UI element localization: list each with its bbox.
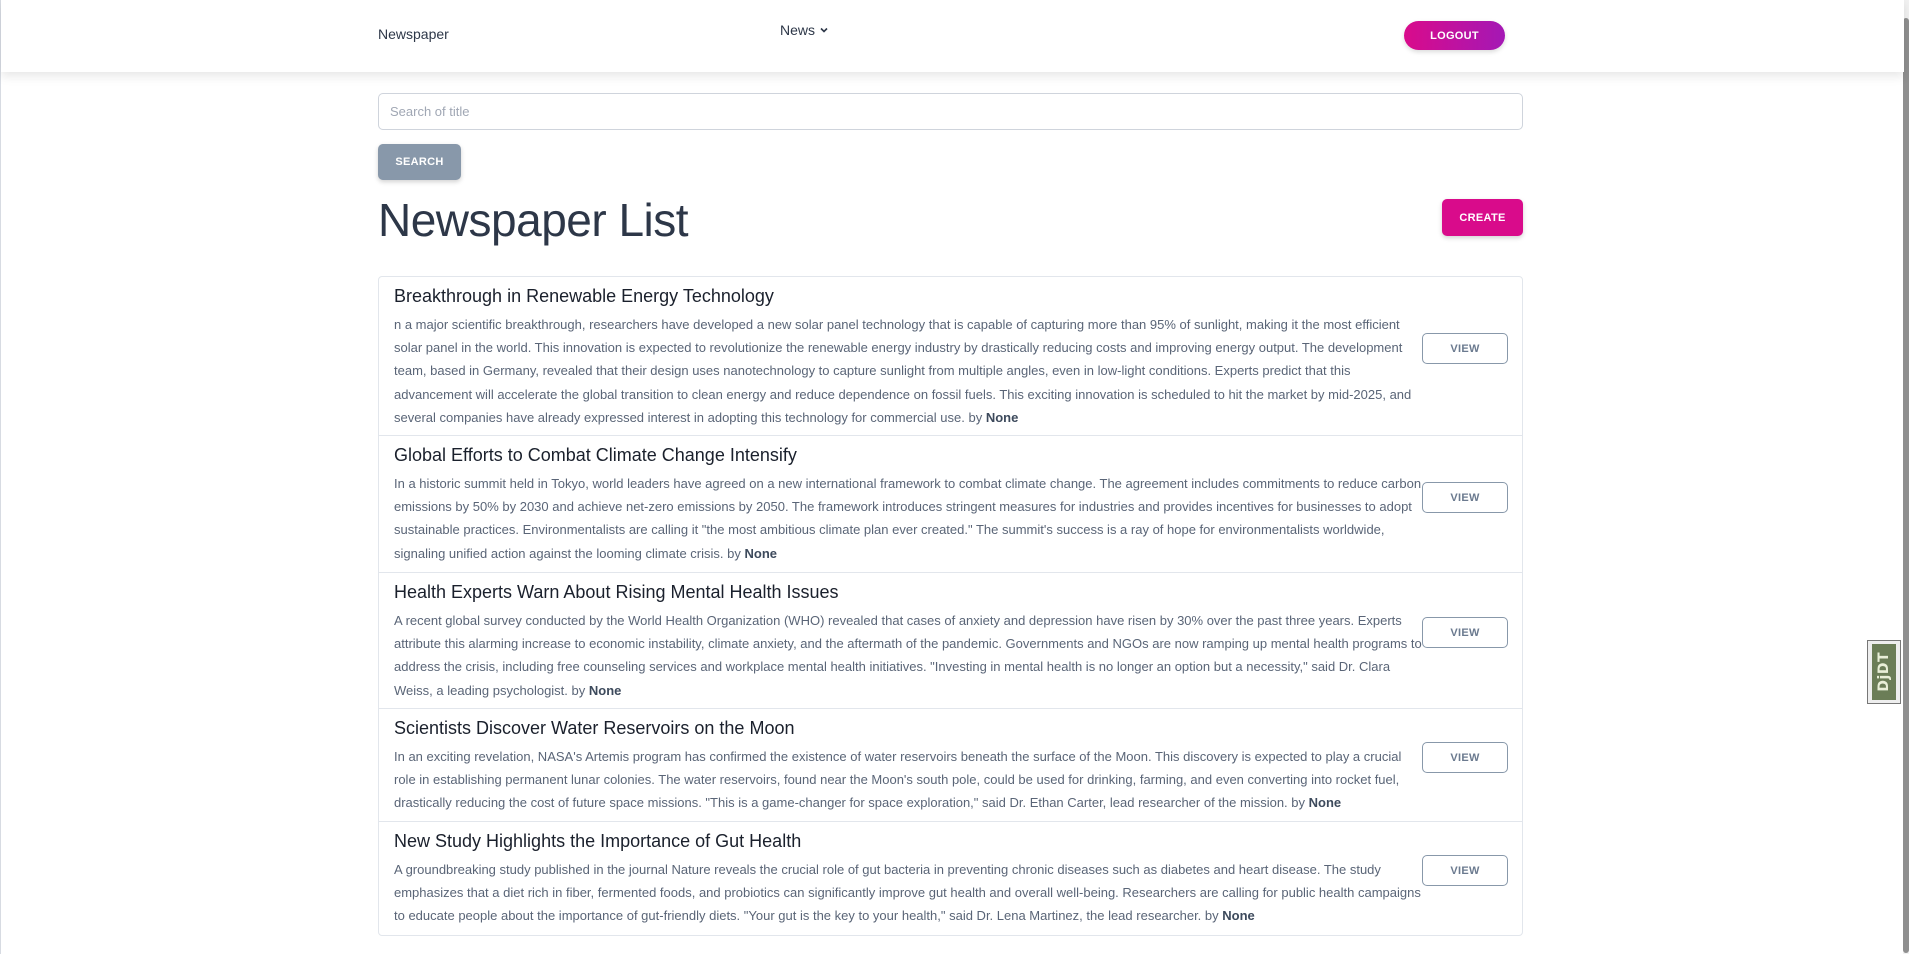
scrollbar-thumb[interactable] <box>1903 18 1909 953</box>
article-author: None <box>588 682 622 698</box>
by-label: by <box>1291 795 1306 811</box>
view-button[interactable]: VIEW <box>1422 482 1508 513</box>
list-item: Global Efforts to Combat Climate Change … <box>379 436 1522 573</box>
list-item: Health Experts Warn About Rising Mental … <box>379 573 1522 709</box>
article-title: Scientists Discover Water Reservoirs on … <box>394 718 795 738</box>
by-label: by <box>1204 908 1219 924</box>
article-body: In an exciting revelation, NASA's Artemi… <box>394 745 1424 815</box>
article-title: Health Experts Warn About Rising Mental … <box>394 582 839 602</box>
vertical-scrollbar[interactable] <box>1903 0 1909 954</box>
article-title: Breakthrough in Renewable Energy Technol… <box>394 286 774 306</box>
logout-button[interactable]: LOGOUT <box>1404 21 1505 50</box>
view-button[interactable]: VIEW <box>1422 855 1508 886</box>
search-button[interactable]: SEARCH <box>378 144 461 180</box>
article-body: A groundbreaking study published in the … <box>394 858 1424 928</box>
article-text: A recent global survey conducted by the … <box>394 613 1422 698</box>
search-input[interactable] <box>378 93 1523 130</box>
article-author: None <box>1308 795 1342 811</box>
list-item: Scientists Discover Water Reservoirs on … <box>379 709 1522 822</box>
article-author: None <box>985 409 1019 425</box>
view-button[interactable]: VIEW <box>1422 742 1508 773</box>
debug-toolbar-label: DjDT <box>1876 652 1892 692</box>
debug-toolbar-logo: DjDT <box>1872 644 1896 700</box>
article-title: Global Efforts to Combat Climate Change … <box>394 445 797 465</box>
view-button[interactable]: VIEW <box>1422 333 1508 364</box>
article-text: n a major scientific breakthrough, resea… <box>394 317 1412 425</box>
by-label: by <box>727 545 741 561</box>
news-dropdown[interactable]: News <box>780 22 829 38</box>
article-author: None <box>1222 908 1255 924</box>
create-button[interactable]: CREATE <box>1442 199 1523 236</box>
list-item: New Study Highlights the Importance of G… <box>379 822 1522 935</box>
navbar: Newspaper News LOGOUT <box>1 0 1904 72</box>
list-item: Breakthrough in Renewable Energy Technol… <box>379 277 1522 436</box>
article-body: In a historic summit held in Tokyo, worl… <box>394 472 1424 565</box>
article-body: n a major scientific breakthrough, resea… <box>394 313 1424 429</box>
article-title: New Study Highlights the Importance of G… <box>394 831 802 851</box>
brand-link[interactable]: Newspaper <box>378 26 449 42</box>
newspaper-list: Breakthrough in Renewable Energy Technol… <box>378 276 1523 936</box>
page: Newspaper News LOGOUT SEARCH Newspaper L… <box>0 0 1904 954</box>
by-label: by <box>571 682 586 698</box>
view-button[interactable]: VIEW <box>1422 617 1508 648</box>
by-label: by <box>968 409 983 425</box>
debug-toolbar-handle[interactable]: DjDT <box>1867 640 1901 704</box>
article-text: In a historic summit held in Tokyo, worl… <box>394 476 1422 561</box>
chevron-down-icon <box>820 27 828 33</box>
page-title: Newspaper List <box>378 194 689 246</box>
article-author: None <box>744 545 778 561</box>
news-dropdown-label: News <box>780 22 816 38</box>
article-text: A groundbreaking study published in the … <box>394 862 1421 924</box>
article-body: A recent global survey conducted by the … <box>394 609 1424 702</box>
article-text: In an exciting revelation, NASA's Artemi… <box>394 749 1402 811</box>
